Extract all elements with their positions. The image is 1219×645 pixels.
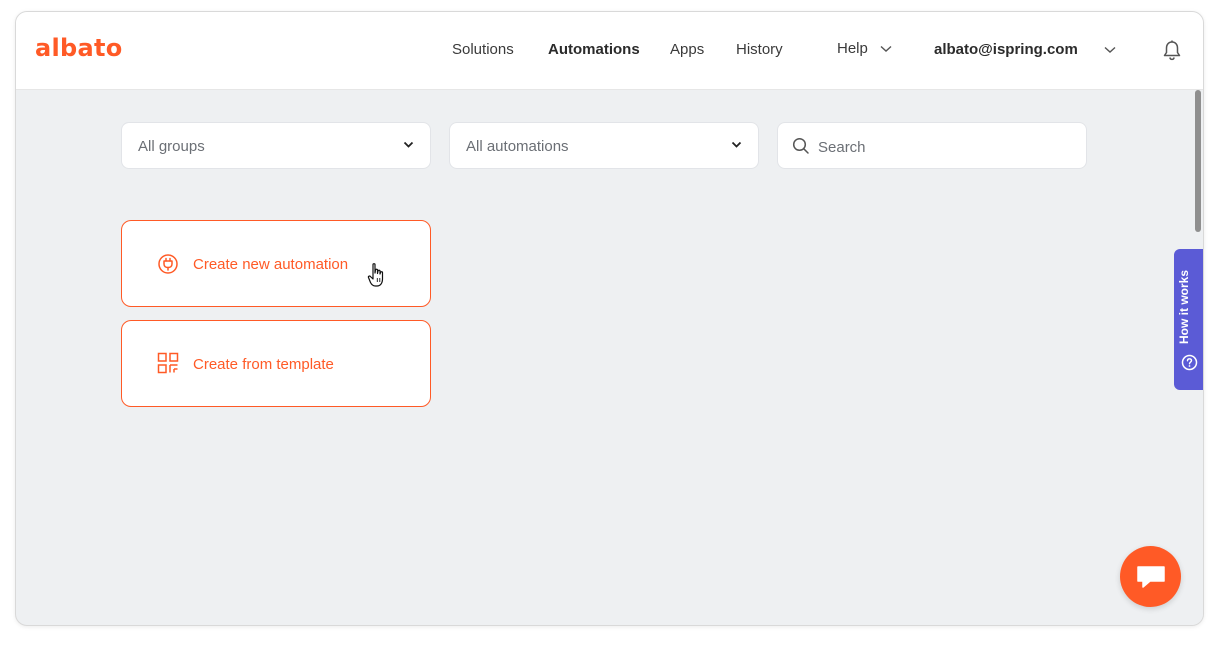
template-icon — [157, 352, 179, 374]
groups-select-value: All groups — [138, 138, 205, 155]
chevron-down-icon — [403, 141, 414, 148]
top-navigation-bar: albato Solutions Automations Apps Histor… — [16, 12, 1203, 90]
bell-icon[interactable] — [1163, 40, 1181, 61]
app-window: albato Solutions Automations Apps Histor… — [15, 11, 1204, 626]
albato-logo[interactable]: albato — [35, 34, 123, 62]
question-circle-icon — [1181, 354, 1198, 371]
account-menu[interactable]: albato@ispring.com — [934, 41, 1116, 58]
how-it-works-label: How it works — [1177, 269, 1191, 344]
nav-automations[interactable]: Automations — [548, 41, 640, 58]
search-input[interactable] — [818, 136, 1078, 158]
hand-pointer-cursor-icon — [367, 263, 384, 287]
nav-apps[interactable]: Apps — [670, 41, 704, 58]
chevron-down-icon — [1104, 47, 1116, 53]
how-it-works-tab[interactable]: How it works — [1174, 249, 1203, 390]
nav-help[interactable]: Help — [837, 40, 892, 57]
nav-help-label: Help — [837, 40, 868, 57]
create-new-automation-label: Create new automation — [193, 256, 349, 273]
chevron-down-icon — [880, 46, 892, 52]
search-icon — [792, 137, 809, 154]
chevron-down-icon — [731, 141, 742, 148]
automations-select-value: All automations — [466, 138, 569, 155]
create-from-template-button[interactable]: Create from template — [121, 320, 431, 407]
chat-button[interactable] — [1120, 546, 1181, 607]
plug-icon — [158, 254, 178, 274]
nav-solutions[interactable]: Solutions — [452, 41, 514, 58]
chat-bubble-icon — [1137, 566, 1165, 588]
groups-select[interactable]: All groups — [121, 122, 431, 169]
search-box[interactable] — [777, 122, 1087, 169]
automations-select[interactable]: All automations — [449, 122, 759, 169]
nav-history[interactable]: History — [736, 41, 783, 58]
create-from-template-label: Create from template — [193, 356, 334, 373]
scrollbar-thumb[interactable] — [1195, 90, 1201, 232]
account-email: albato@ispring.com — [934, 41, 1078, 58]
